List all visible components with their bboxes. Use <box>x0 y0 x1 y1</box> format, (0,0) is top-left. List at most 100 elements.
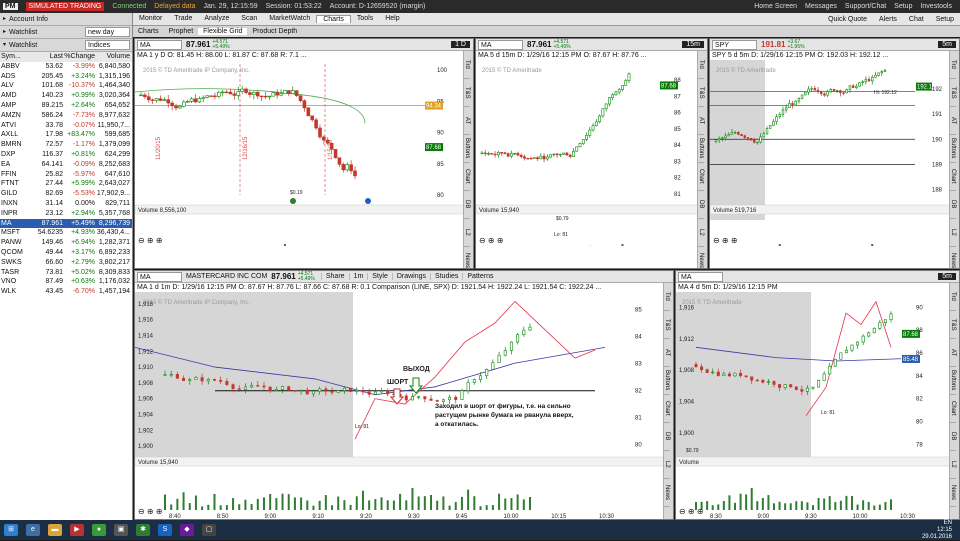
stripe-tab-buttons[interactable]: Buttons <box>950 135 956 163</box>
stripe-tab-chart[interactable]: Chart <box>950 163 956 191</box>
stripe-tab-buttons[interactable]: Buttons <box>464 135 470 163</box>
stripe-tab-l2[interactable]: L2 <box>464 219 470 247</box>
menu-monitor[interactable]: Monitor <box>133 15 168 23</box>
subtab-1[interactable]: Prophet <box>164 28 199 35</box>
stripe-tab-at[interactable]: AT <box>698 107 704 135</box>
stripe-tab-trd[interactable]: Trd <box>950 51 956 79</box>
menu-right-1[interactable]: Alerts <box>873 16 903 23</box>
stripe-tab-buttons[interactable]: Buttons <box>664 367 670 395</box>
col-symbol[interactable]: Sym... <box>0 52 35 62</box>
watchlist-row[interactable]: ADS205.45+3.24%1,315,196 <box>0 72 132 82</box>
subtab-3[interactable]: Product Depth <box>247 28 302 35</box>
watchlist-row[interactable]: MA87.961+5.49%8,296,739 <box>0 219 132 229</box>
watchlist-row[interactable]: DXP116.37+0.81%624,299 <box>0 150 132 160</box>
price-chart[interactable]: 2015 © TD AmeritradeHi: 192.121921911901… <box>710 60 951 246</box>
media-icon[interactable]: ▶ <box>70 524 84 536</box>
stripe-tab-at[interactable]: AT <box>950 339 956 367</box>
menu-right-0[interactable]: Quick Quote <box>822 16 873 23</box>
stripe-tab-trd[interactable]: Trd <box>698 51 704 79</box>
stripe-tab-t&s[interactable]: T&S <box>464 79 470 107</box>
watchlist-row[interactable]: AXLL17.98+83.47%599,685 <box>0 130 132 140</box>
tool-studies[interactable]: Studies <box>430 273 462 280</box>
menu-right-2[interactable]: Chat <box>903 16 930 23</box>
stripe-tab-buttons[interactable]: Buttons <box>950 367 956 395</box>
menu-marketwatch[interactable]: MarketWatch <box>263 15 316 23</box>
watchlist-row[interactable]: AMD140.23+0.99%3,020,364 <box>0 91 132 101</box>
tool-share[interactable]: Share <box>321 273 349 280</box>
symbol-input[interactable]: MA <box>137 272 182 282</box>
watchlist-row[interactable]: GILD82.69-5.53%17,902,9... <box>0 189 132 199</box>
stripe-tab-t&s[interactable]: T&S <box>664 311 670 339</box>
price-chart[interactable]: 2015 © TD Ameritrade888786858483828187.6… <box>476 60 699 246</box>
price-chart[interactable]: 2015 © TD Ameritrade IP Company, Inc.11/… <box>135 60 465 246</box>
stripe-tab-news[interactable]: News <box>698 247 704 269</box>
app-icon[interactable]: ▣ <box>114 524 128 536</box>
watchlist-row[interactable]: AMZN586.24-7.73%8,977,632 <box>0 111 132 121</box>
watchlist-row[interactable]: INPR23.12+2.94%5,357,768 <box>0 209 132 219</box>
price-chart[interactable]: 2015 © TD Ameritrade IP Company, Inc.ШОР… <box>135 292 665 520</box>
watchlist-row[interactable]: TASR73.81+5.02%8,309,833 <box>0 268 132 278</box>
chart-panel-4[interactable]: MA MASTERCARD INC COM 87.961 +4.571 +5.4… <box>134 270 674 520</box>
timeframe-button[interactable]: 5m <box>938 41 956 48</box>
price-chart[interactable]: 2015 © TD AmeritradeLo: 81$0.79908886848… <box>676 292 951 520</box>
menu-help[interactable]: Help <box>379 15 405 23</box>
stripe-tab-trd[interactable]: Trd <box>950 283 956 311</box>
menu-analyze[interactable]: Analyze <box>198 15 235 23</box>
stripe-tab-trd[interactable]: Trd <box>664 283 670 311</box>
stripe-tab-news[interactable]: News <box>950 479 956 507</box>
stripe-tab-db[interactable]: DB <box>698 191 704 219</box>
skype-icon[interactable]: S <box>158 524 172 536</box>
subtab-2[interactable]: Flexible Grid <box>198 28 247 35</box>
watchlist-row[interactable]: AMP89.215+2.64%654,652 <box>0 101 132 111</box>
menu-right-3[interactable]: Setup <box>930 16 960 23</box>
watchlist-row[interactable]: EA64.141-0.09%8,252,683 <box>0 160 132 170</box>
watchlist-row[interactable]: WLK43.45-6.70%1,457,194 <box>0 287 132 297</box>
watchlist-header-2[interactable]: ▾WatchlistIndices <box>0 39 132 52</box>
thinkorswim-icon[interactable]: ✱ <box>136 524 150 536</box>
watchlist-row[interactable]: PANW149.46+6.94%1,282,371 <box>0 238 132 248</box>
col-volume[interactable]: Volume <box>95 52 131 62</box>
watchlist-header-1[interactable]: ▸Watchlistnew day <box>0 26 132 39</box>
stripe-tab-chart[interactable]: Chart <box>664 395 670 423</box>
stripe-tab-at[interactable]: AT <box>464 107 470 135</box>
stripe-tab-at[interactable]: AT <box>950 107 956 135</box>
messages-button[interactable]: Messages <box>805 3 837 10</box>
chart-panel-2[interactable]: MA 87.961 +4.571 +5.49% 15m MA 5 d 15m D… <box>475 38 708 269</box>
stripe-tab-db[interactable]: DB <box>664 423 670 451</box>
watchlist-select-1[interactable]: new day <box>85 27 130 37</box>
setup-button[interactable]: Setup <box>894 3 912 10</box>
menu-trade[interactable]: Trade <box>168 15 198 23</box>
watchlist-row[interactable]: MSFT54.6235+4.93%36,430,4... <box>0 228 132 238</box>
chart-panel-5[interactable]: MA 5m MA 4 d 5m D: 1/29/16 12:15 PM 2015… <box>675 270 960 520</box>
menu-tools[interactable]: Tools <box>351 15 379 23</box>
watchlist-row[interactable]: BMRN72.57-1.17%1,379,099 <box>0 140 132 150</box>
app-icon-2[interactable]: ◆ <box>180 524 194 536</box>
timeframe-button[interactable]: 1 D <box>451 41 470 48</box>
stripe-tab-news[interactable]: News <box>950 247 956 269</box>
stripe-tab-t&s[interactable]: T&S <box>950 311 956 339</box>
timeframe-button[interactable]: 5m <box>938 273 956 280</box>
timeframe-button[interactable]: 15m <box>682 41 704 48</box>
home-screen-button[interactable]: Home Screen <box>754 3 797 10</box>
stripe-tab-l2[interactable]: L2 <box>950 451 956 479</box>
watchlist-row[interactable]: QCOM49.44+3.17%6,892,233 <box>0 248 132 258</box>
watchlist-row[interactable]: ATVI33.78-0.07%11,950,7... <box>0 121 132 131</box>
chrome-icon[interactable]: ● <box>92 524 106 536</box>
menu-charts[interactable]: Charts <box>316 15 351 23</box>
watchlist-row[interactable]: ALV101.68-10.37%1,464,340 <box>0 81 132 91</box>
chart-panel-3[interactable]: SPY 191.81 +3.67 +1.95% 5m SPY 5 d 5m D:… <box>709 38 960 269</box>
stripe-tab-t&s[interactable]: T&S <box>950 79 956 107</box>
watchlist-row[interactable]: FTNT27.44+5.99%2,643,027 <box>0 179 132 189</box>
stripe-tab-t&s[interactable]: T&S <box>698 79 704 107</box>
watchlist-row[interactable]: ABBV53.62-3.99%6,840,580 <box>0 62 132 72</box>
stripe-tab-chart[interactable]: Chart <box>698 163 704 191</box>
start-icon[interactable]: ⊞ <box>4 524 18 536</box>
subtab-0[interactable]: Charts <box>133 28 164 35</box>
app-icon-3[interactable]: ▢ <box>202 524 216 536</box>
account-select[interactable]: Account: D-12659520 (margin) <box>330 3 426 10</box>
chart-panel-1[interactable]: MA 87.961 +4.571 +5.49% 1 D MA 1 y D O: … <box>134 38 474 269</box>
watchlist-row[interactable]: SWKS66.60+2.79%3,802,217 <box>0 258 132 268</box>
stripe-tab-chart[interactable]: Chart <box>950 395 956 423</box>
stripe-tab-news[interactable]: News <box>664 479 670 507</box>
symbol-input[interactable]: MA <box>478 40 523 50</box>
